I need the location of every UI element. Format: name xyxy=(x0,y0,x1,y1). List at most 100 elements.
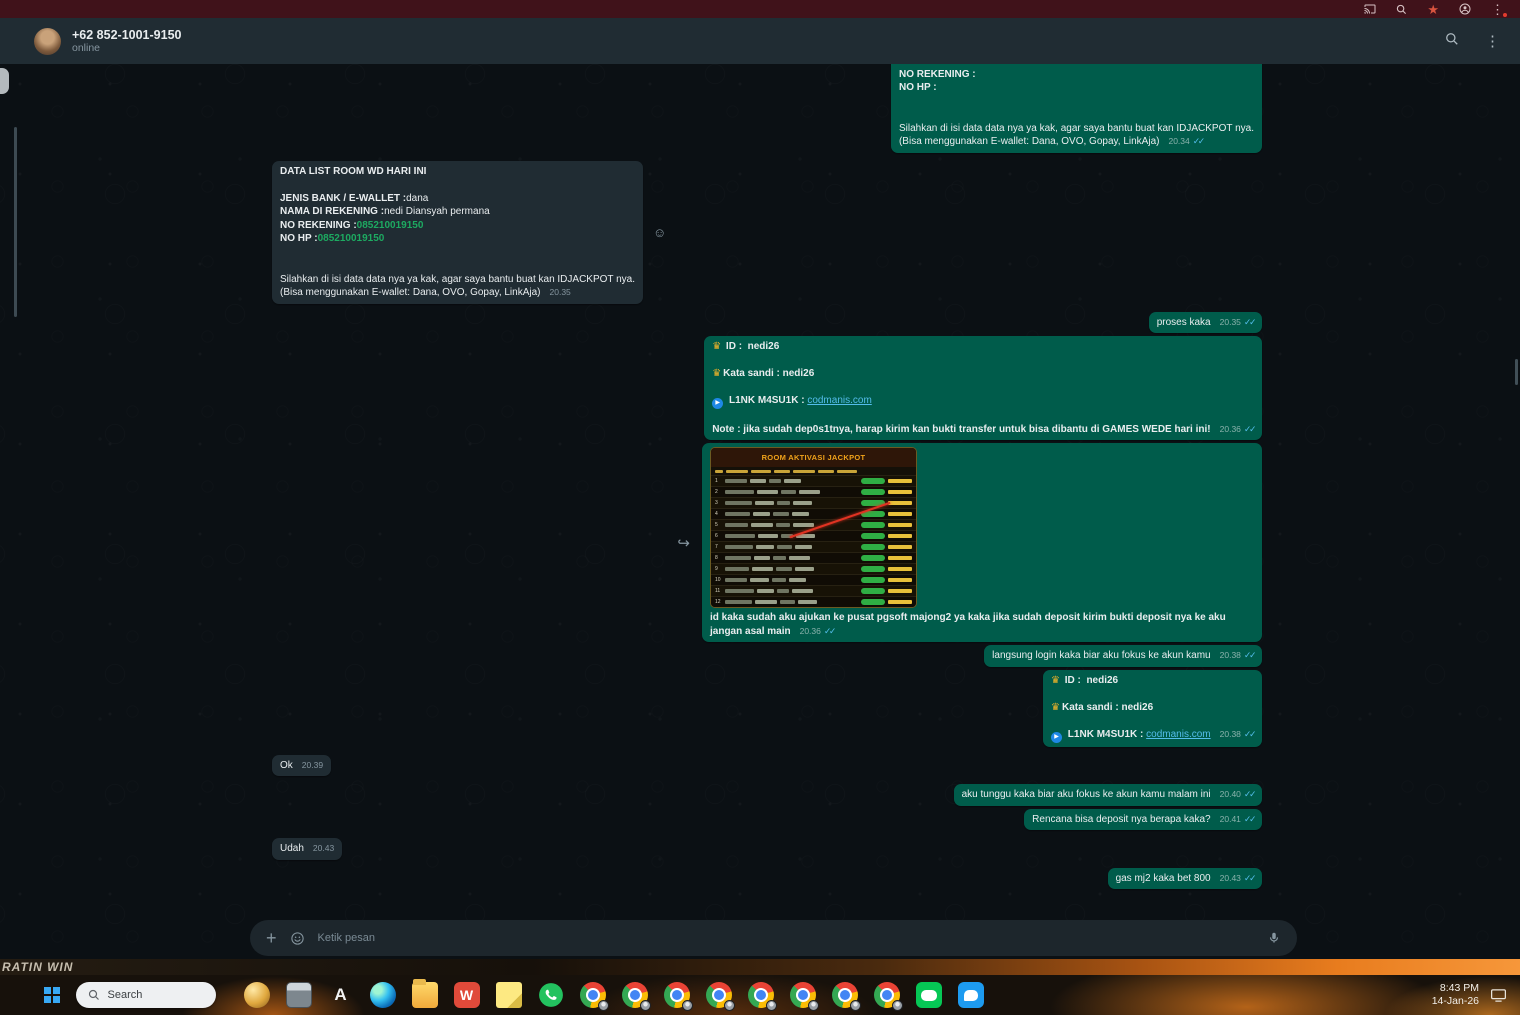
taskbar-app-gold-app-0[interactable] xyxy=(243,982,270,1008)
update-dot xyxy=(1503,12,1507,17)
message-segment: id kaka sudah aku ajukan ke pusat pgsoft… xyxy=(710,612,1229,637)
taskbar-app-window-app-1[interactable] xyxy=(285,982,312,1008)
clock-date: 14-Jan-26 xyxy=(1431,995,1479,1007)
jackpot-row: 11 xyxy=(711,585,916,596)
cast-icon[interactable] xyxy=(1364,3,1376,15)
message-text: aku tunggu kaka biar aku fokus ke akun k… xyxy=(962,788,1257,802)
message-time: 20.35 xyxy=(549,287,571,297)
message-bubble[interactable]: ♛ ID : nedi26 ♛ Kata sandi : nedi26 ▶ L1N… xyxy=(1043,669,1262,747)
message-meta: 20.41 ✓✓ xyxy=(1220,814,1257,824)
contact-name: +62 852-1001-9150 xyxy=(72,28,182,42)
message-link[interactable]: codmanis.com xyxy=(1146,729,1210,740)
left-scrollbar[interactable] xyxy=(14,127,17,317)
jackpot-row: 10 xyxy=(711,574,916,585)
read-receipt-icon: ✓✓ xyxy=(1243,316,1257,327)
message-text: ♛ ID : nedi26 ♛ Kata sandi : nedi26 ▶ L1N… xyxy=(1051,674,1257,743)
taskbar-app-chrome-profile-9[interactable] xyxy=(621,982,651,1011)
taskbar-app-chrome-profile-15[interactable] xyxy=(873,982,903,1011)
contact-info[interactable]: +62 852-1001-9150 online xyxy=(72,28,1445,54)
forward-icon[interactable]: ↪ xyxy=(677,534,690,552)
contact-avatar[interactable] xyxy=(34,27,61,55)
message-time: 20.39 xyxy=(301,759,324,770)
message-meta: 20.39 xyxy=(302,760,323,770)
message-segment: L1NK M4SU1K : xyxy=(726,395,808,406)
message-bubble[interactable]: langsung login kaka biar aku fokus ke ak… xyxy=(984,645,1262,667)
message-row: Udah 20.43 xyxy=(272,838,1262,860)
jackpot-row: 6 xyxy=(711,530,916,541)
message-time: 20.43 xyxy=(1219,872,1241,883)
cast-tray-icon[interactable] xyxy=(1491,988,1506,1002)
taskbar-search[interactable]: Search xyxy=(75,982,216,1008)
profile-badge xyxy=(723,1000,735,1011)
taskbar-app-chrome-profile-10[interactable] xyxy=(663,982,693,1011)
chat-scrollbar[interactable] xyxy=(1515,359,1518,385)
message-meta: 20.34 ✓✓ xyxy=(1168,136,1205,146)
message-bubble[interactable]: ROOM AKTIVASI JACKPOT 1 2 3 4 5 6 7 8 9 10 11 12 id k… xyxy=(702,443,1262,642)
message-bubble[interactable]: proses kaka 20.35 ✓✓ xyxy=(1148,311,1262,333)
message-bubble[interactable]: NAMA DI REKENING : NO REKENING : NO HP : S… xyxy=(890,64,1262,153)
message-bubble[interactable]: gas mj2 kaka bet 800 20.43 ✓✓ xyxy=(1107,867,1262,889)
profile-badge xyxy=(597,1000,609,1011)
emoji-sticker-icon[interactable] xyxy=(290,931,305,946)
taskbar-app-chrome-profile-12[interactable] xyxy=(747,982,777,1011)
taskbar-app-sticky-notes-6[interactable] xyxy=(495,982,522,1008)
message-meta: 20.35 xyxy=(550,287,571,297)
taskbar-app-line-app-16[interactable] xyxy=(915,982,942,1008)
message-segment: dana xyxy=(406,192,429,204)
bookmark-star-icon[interactable]: ★ xyxy=(1427,3,1439,16)
message-meta: 20.43 ✓✓ xyxy=(1219,872,1257,883)
taskbar-apps: AW xyxy=(243,979,984,1011)
chat-menu-icon[interactable]: ⋮ xyxy=(1485,32,1500,50)
message-segment: Udah xyxy=(280,843,304,854)
taskbar-app-wps-office-5[interactable]: W xyxy=(453,982,480,1008)
message-row: ♛ ID : nedi26 ♛ Kata sandi : nedi26 ▶ L1N… xyxy=(272,669,1262,747)
message-segment: Ok xyxy=(280,759,293,771)
message-time: 20.36 xyxy=(799,625,821,636)
status-pill xyxy=(861,543,885,551)
profile-icon[interactable] xyxy=(1459,3,1471,15)
message-bubble[interactable]: ♛ ID : nedi26 ♛ Kata sandi : nedi26 ▶ L1N… xyxy=(704,336,1262,440)
search-icon[interactable] xyxy=(1396,4,1407,15)
message-link[interactable]: codmanis.com xyxy=(807,395,871,406)
message-bubble[interactable]: Ok 20.39 xyxy=(272,754,332,776)
message-row: NAMA DI REKENING : NO REKENING : NO HP : S… xyxy=(272,64,1262,153)
taskbar-app-chrome-profile-8[interactable] xyxy=(579,982,609,1011)
message-segment: NO HP : xyxy=(280,233,318,244)
message-composer[interactable]: + Ketik pesan xyxy=(250,920,1297,956)
jackpot-table-image[interactable]: ROOM AKTIVASI JACKPOT 1 2 3 4 5 6 7 8 9 10 11 12 xyxy=(710,447,917,608)
side-panel-handle[interactable] xyxy=(0,68,9,94)
taskbar-app-file-explorer-4[interactable] xyxy=(411,979,438,1008)
message-meta: 20.43 xyxy=(313,843,334,853)
message-input[interactable]: Ketik pesan xyxy=(318,932,1254,944)
message-bubble[interactable]: aku tunggu kaka biar aku fokus ke akun k… xyxy=(953,784,1262,806)
profile-badge xyxy=(891,1000,903,1011)
message-time: 20.38 xyxy=(1219,650,1241,660)
microphone-icon[interactable] xyxy=(1267,931,1281,945)
taskbar-app-chrome-profile-11[interactable] xyxy=(705,982,735,1011)
jackpot-row: 4 xyxy=(711,508,916,519)
message-bubble[interactable]: DATA LIST ROOM WD HARI INI JENIS BANK / … xyxy=(272,160,644,304)
taskbar-app-chrome-profile-14[interactable] xyxy=(831,982,861,1011)
message-segment: langsung login kaka biar aku fokus ke ak… xyxy=(992,650,1211,661)
message-meta: 20.35 ✓✓ xyxy=(1220,316,1257,327)
taskbar-app-whatsapp-app-7[interactable] xyxy=(538,982,564,1008)
taskbar-app-a-app-2[interactable]: A xyxy=(328,982,354,1008)
chat-header: +62 852-1001-9150 online ⋮ xyxy=(0,18,1520,64)
taskbar-app-blue-chat-app-17[interactable] xyxy=(957,982,984,1008)
message-text: ♛ ID : nedi26 ♛ Kata sandi : nedi26 ▶ L1N… xyxy=(712,340,1257,436)
message-meta: 20.38 ✓✓ xyxy=(1219,650,1257,660)
attach-plus-icon[interactable]: + xyxy=(266,929,277,947)
chat-search-icon[interactable] xyxy=(1445,32,1459,51)
taskbar-app-edge-3[interactable] xyxy=(369,982,396,1008)
profile-badge xyxy=(681,1000,693,1011)
status-pill xyxy=(861,477,885,485)
jackpot-row: 8 xyxy=(711,552,916,563)
react-hint-icon[interactable]: ☺ xyxy=(653,225,666,240)
taskbar-app-chrome-profile-13[interactable] xyxy=(789,982,819,1011)
start-button[interactable] xyxy=(44,987,60,1003)
message-bubble[interactable]: Udah 20.43 xyxy=(272,838,343,860)
status-pill xyxy=(861,521,885,529)
taskbar-clock[interactable]: 8:43 PM 14-Jan-26 xyxy=(1432,982,1479,1008)
menu-dots-icon[interactable]: ⋮ xyxy=(1491,3,1507,17)
message-bubble[interactable]: Rencana bisa deposit nya berapa kaka? 20.… xyxy=(1024,808,1262,830)
